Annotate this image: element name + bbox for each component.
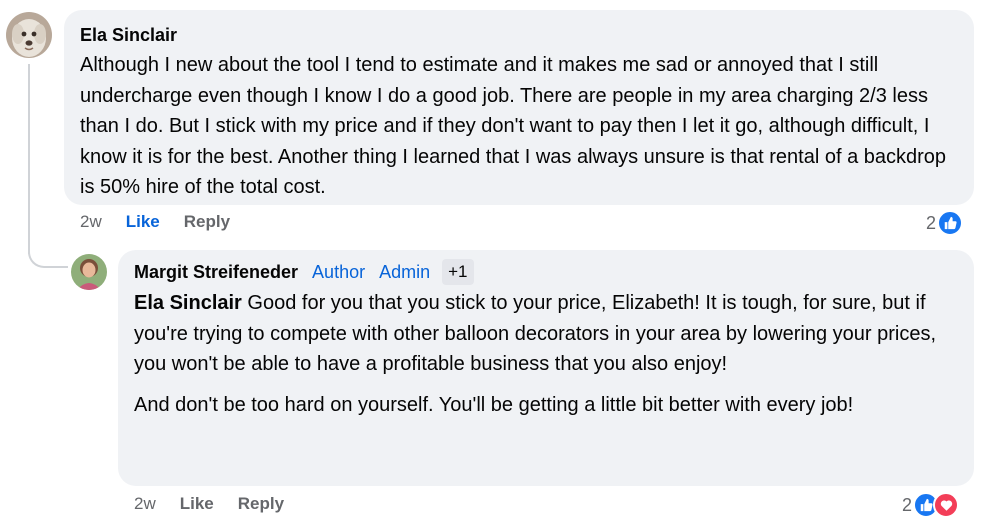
mention-tag[interactable]: Ela Sinclair [134, 292, 242, 314]
reaction-count: 2 [926, 212, 937, 233]
admin-badge[interactable]: Admin [379, 259, 430, 285]
thread-line [28, 64, 30, 254]
reply-reaction-summary[interactable]: 2 [902, 492, 960, 518]
reply-paragraph-2: And don't be too hard on yourself. You'l… [134, 393, 854, 416]
reply-author[interactable]: Margit Streifeneder [134, 259, 298, 285]
reply-like-button[interactable]: Like [180, 494, 214, 514]
comment-timestamp[interactable]: 2w [80, 212, 102, 232]
reply-paragraph-1-text: Good for you that you stick to your pric… [134, 292, 937, 375]
reaction-summary[interactable]: 2 [926, 210, 964, 236]
person-avatar-icon [71, 254, 107, 290]
reply-bubble: Margit Streifeneder Author Admin +1 Ela … [118, 250, 974, 486]
reply-text: Ela Sinclair Good for you that you stick… [134, 288, 958, 420]
reply-button[interactable]: Reply [184, 212, 230, 232]
reply-actions: 2w Like Reply [134, 494, 284, 514]
more-badges[interactable]: +1 [442, 259, 474, 285]
avatar-margit-streifeneder[interactable] [71, 254, 107, 290]
thread-connector [28, 244, 68, 268]
avatar-ela-sinclair[interactable] [6, 12, 52, 58]
comment-author[interactable]: Ela Sinclair [80, 22, 958, 48]
reply-timestamp[interactable]: 2w [134, 494, 156, 514]
reply-reaction-count: 2 [902, 494, 913, 515]
reply-reply-button[interactable]: Reply [238, 494, 284, 514]
author-badge[interactable]: Author [312, 259, 365, 285]
like-button[interactable]: Like [126, 212, 160, 232]
heart-icon [933, 492, 960, 518]
reply-paragraph-1: Ela Sinclair Good for you that you stick… [134, 288, 958, 380]
dog-avatar-icon [6, 12, 52, 58]
comment-text: Although I new about the tool I tend to … [80, 54, 947, 198]
reply-header: Margit Streifeneder Author Admin +1 [134, 258, 958, 286]
comment-bubble: Ela Sinclair Although I new about the to… [64, 10, 974, 205]
like-icon [937, 210, 964, 236]
comment-actions: 2w Like Reply [80, 212, 230, 232]
